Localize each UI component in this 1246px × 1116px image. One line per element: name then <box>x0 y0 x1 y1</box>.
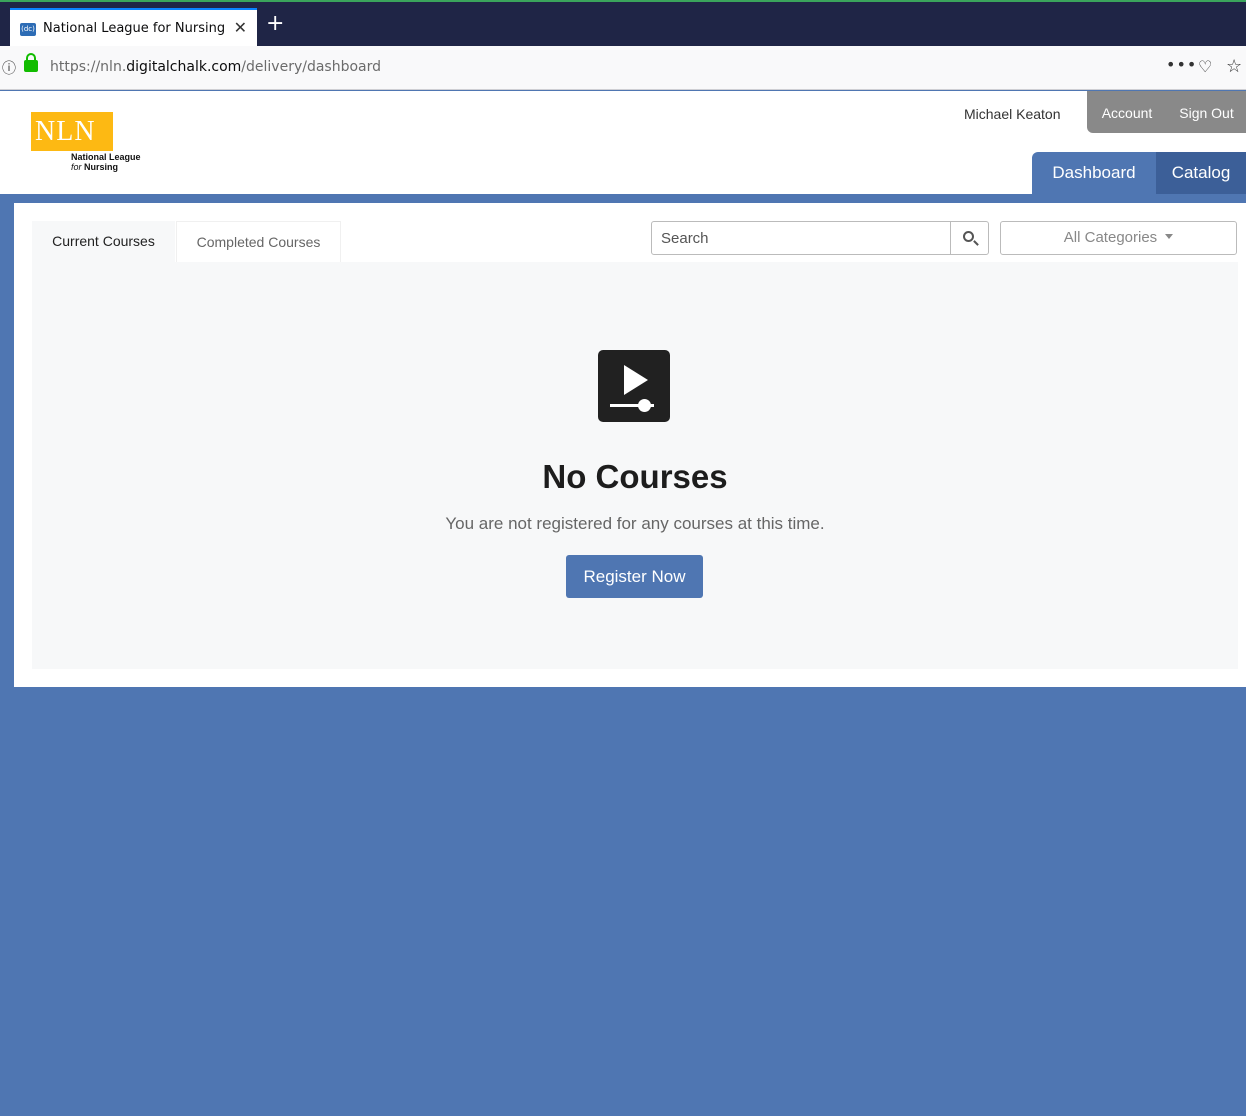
nav-catalog[interactable]: Catalog <box>1156 152 1246 194</box>
logo-subtitle-line2: for Nursing <box>71 163 118 172</box>
new-tab-icon[interactable]: + <box>266 12 284 36</box>
site-header: NLN National League for Nursing Michael … <box>0 91 1246 194</box>
bookmark-star-icon[interactable]: ☆ <box>1226 56 1242 77</box>
nln-logo[interactable]: NLN <box>31 112 113 151</box>
more-icon[interactable]: ••• <box>1166 55 1197 74</box>
progress-knob-icon <box>638 399 651 412</box>
caret-down-icon <box>1165 234 1174 240</box>
logo-subtitle-line1: National League <box>71 152 141 162</box>
category-select[interactable]: All Categories <box>1000 221 1237 255</box>
category-select-value: All Categories <box>1063 229 1158 246</box>
empty-state-message: You are not registered for any courses a… <box>445 514 825 533</box>
logo-subtitle-for: for <box>71 162 85 172</box>
url-path: /delivery/dashboard <box>241 59 382 75</box>
info-icon[interactable]: ⓘ <box>2 58 16 78</box>
courses-content: No Courses You are not registered for an… <box>32 262 1238 669</box>
search-input[interactable] <box>652 222 950 254</box>
nav-dashboard[interactable]: Dashboard <box>1032 152 1156 194</box>
tab-current-courses[interactable]: Current Courses <box>32 221 175 262</box>
favicon-icon: (dc) <box>20 23 36 36</box>
url-prefix: https://nln. <box>50 59 127 75</box>
pocket-icon[interactable]: ♡ <box>1198 57 1212 76</box>
tab-completed-courses[interactable]: Completed Courses <box>176 221 341 262</box>
lock-icon <box>24 53 38 72</box>
search-icon <box>963 231 974 242</box>
video-course-icon <box>598 350 670 422</box>
close-icon[interactable]: ✕ <box>234 18 247 37</box>
dashboard-panel: Current Courses Completed Courses All Ca… <box>14 203 1246 687</box>
url-host: digitalchalk.com <box>126 59 242 75</box>
register-now-button[interactable]: Register Now <box>566 555 703 598</box>
sign-out-button[interactable]: Sign Out <box>1167 91 1246 133</box>
tab-title: National League for Nursing <box>43 21 226 36</box>
user-name: Michael Keaton <box>964 106 1061 122</box>
url-bar[interactable]: ⓘ https://nln.digitalchalk.com/delivery/… <box>0 46 1246 90</box>
search-box <box>651 221 989 255</box>
logo-subtitle-nursing: Nursing <box>84 162 119 172</box>
search-button[interactable] <box>950 222 988 254</box>
empty-state-title: No Courses <box>542 458 728 495</box>
account-button[interactable]: Account <box>1087 91 1167 133</box>
play-icon <box>624 365 648 395</box>
browser-tab-bar: (dc) National League for Nursing ✕ + <box>0 0 1246 48</box>
url-text[interactable]: https://nln.digitalchalk.com/delivery/da… <box>50 59 381 75</box>
browser-tab[interactable]: (dc) National League for Nursing ✕ <box>10 8 257 48</box>
